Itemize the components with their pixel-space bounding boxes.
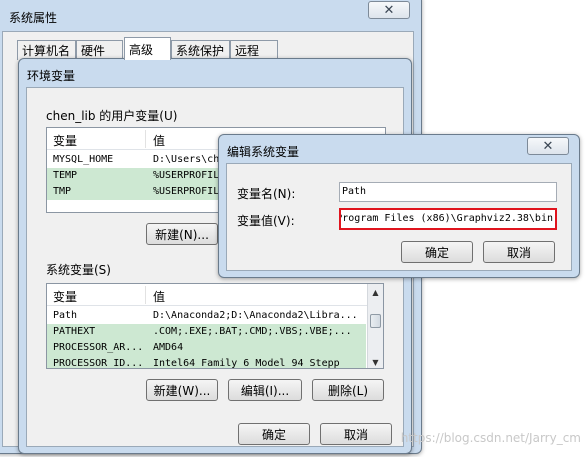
edit-system-variable-button[interactable]: 编辑(I)...	[228, 379, 302, 401]
variable-value-text: Program Files (x86)\Graphviz2.38\bin	[339, 213, 553, 224]
variable-name: PATHEXT	[53, 326, 96, 337]
tab-computer-name[interactable]: 计算机名	[17, 40, 76, 60]
variable-name-label: 变量名(N):	[237, 187, 296, 201]
variable-name: PROCESSOR_ID...	[53, 358, 144, 369]
ok-button[interactable]: 确定	[238, 423, 310, 445]
close-button[interactable]: ✕	[527, 137, 569, 155]
tab-system-protection[interactable]: 系统保护	[171, 40, 230, 60]
variable-value: .COM;.EXE;.BAT;.CMD;.VBS;.VBE;...	[153, 326, 352, 337]
close-icon: ✕	[542, 138, 554, 154]
close-icon: ✕	[383, 2, 395, 18]
table-row[interactable]: PROCESSOR_AR... AMD64	[47, 340, 366, 356]
column-separator	[145, 130, 146, 148]
table-row[interactable]: Path D:\Anaconda2;D:\Anaconda2\Libra...	[47, 308, 366, 324]
system-variables-list: 变量 值 Path D:\Anaconda2;D:\Anaconda2\Libr…	[46, 283, 384, 369]
table-row[interactable]: PROCESSOR_ID... Intel64 Family 6 Model 9…	[47, 356, 366, 369]
watermark: https://blog.csdn.net/Jarry_cm	[400, 431, 581, 445]
col-variable-header: 变量	[53, 290, 78, 304]
variable-name-field[interactable]: Path	[339, 182, 557, 202]
col-variable-header: 变量	[53, 134, 78, 148]
scroll-thumb[interactable]	[370, 314, 381, 328]
tab-advanced[interactable]: 高级	[124, 37, 171, 60]
variable-value: Intel64 Family 6 Model 94 Stepp	[153, 358, 340, 369]
variable-value-label: 变量值(V):	[237, 214, 295, 228]
tab-hardware[interactable]: 硬件	[76, 40, 123, 60]
variable-name: Path	[53, 310, 78, 321]
column-separator	[145, 286, 146, 304]
new-system-variable-button[interactable]: 新建(W)...	[146, 379, 218, 401]
variable-name: TEMP	[53, 170, 78, 181]
user-variables-label: chen_lib 的用户变量(U)	[46, 107, 180, 124]
close-button[interactable]: ✕	[368, 1, 410, 19]
cancel-button[interactable]: 取消	[483, 241, 555, 263]
system-list-header: 变量 值	[47, 284, 383, 306]
edit-system-variable-dialog: 编辑系统变量 ✕ 变量名(N): Path 变量值(V): Program Fi…	[218, 134, 580, 278]
system-list-scrollbar[interactable]: ▲ ▼	[367, 284, 383, 368]
table-row[interactable]: PATHEXT .COM;.EXE;.BAT;.CMD;.VBS;.VBE;..…	[47, 324, 366, 340]
variable-value: D:\Anaconda2;D:\Anaconda2\Libra...	[153, 310, 358, 321]
system-properties-title: 系统属性	[9, 11, 58, 25]
delete-system-variable-button[interactable]: 删除(L)	[312, 379, 384, 401]
edit-variable-title: 编辑系统变量	[227, 145, 300, 159]
scroll-down-icon[interactable]: ▼	[368, 355, 383, 368]
variable-value-field[interactable]: Program Files (x86)\Graphviz2.38\bin	[339, 208, 557, 230]
variable-name: MYSQL_HOME	[53, 154, 114, 165]
system-variables-label: 系统变量(S)	[46, 261, 113, 278]
new-user-variable-button[interactable]: 新建(N)...	[146, 223, 218, 245]
col-value-header: 值	[153, 290, 166, 304]
ok-button[interactable]: 确定	[401, 241, 473, 263]
variable-name: PROCESSOR_AR...	[53, 342, 144, 353]
col-value-header: 值	[153, 134, 166, 148]
variable-name: TMP	[53, 186, 72, 197]
variable-value: AMD64	[153, 342, 184, 353]
scroll-up-icon[interactable]: ▲	[368, 285, 383, 299]
environment-variables-title: 环境变量	[27, 69, 76, 83]
cancel-button[interactable]: 取消	[320, 423, 392, 445]
tab-remote[interactable]: 远程	[230, 40, 278, 60]
